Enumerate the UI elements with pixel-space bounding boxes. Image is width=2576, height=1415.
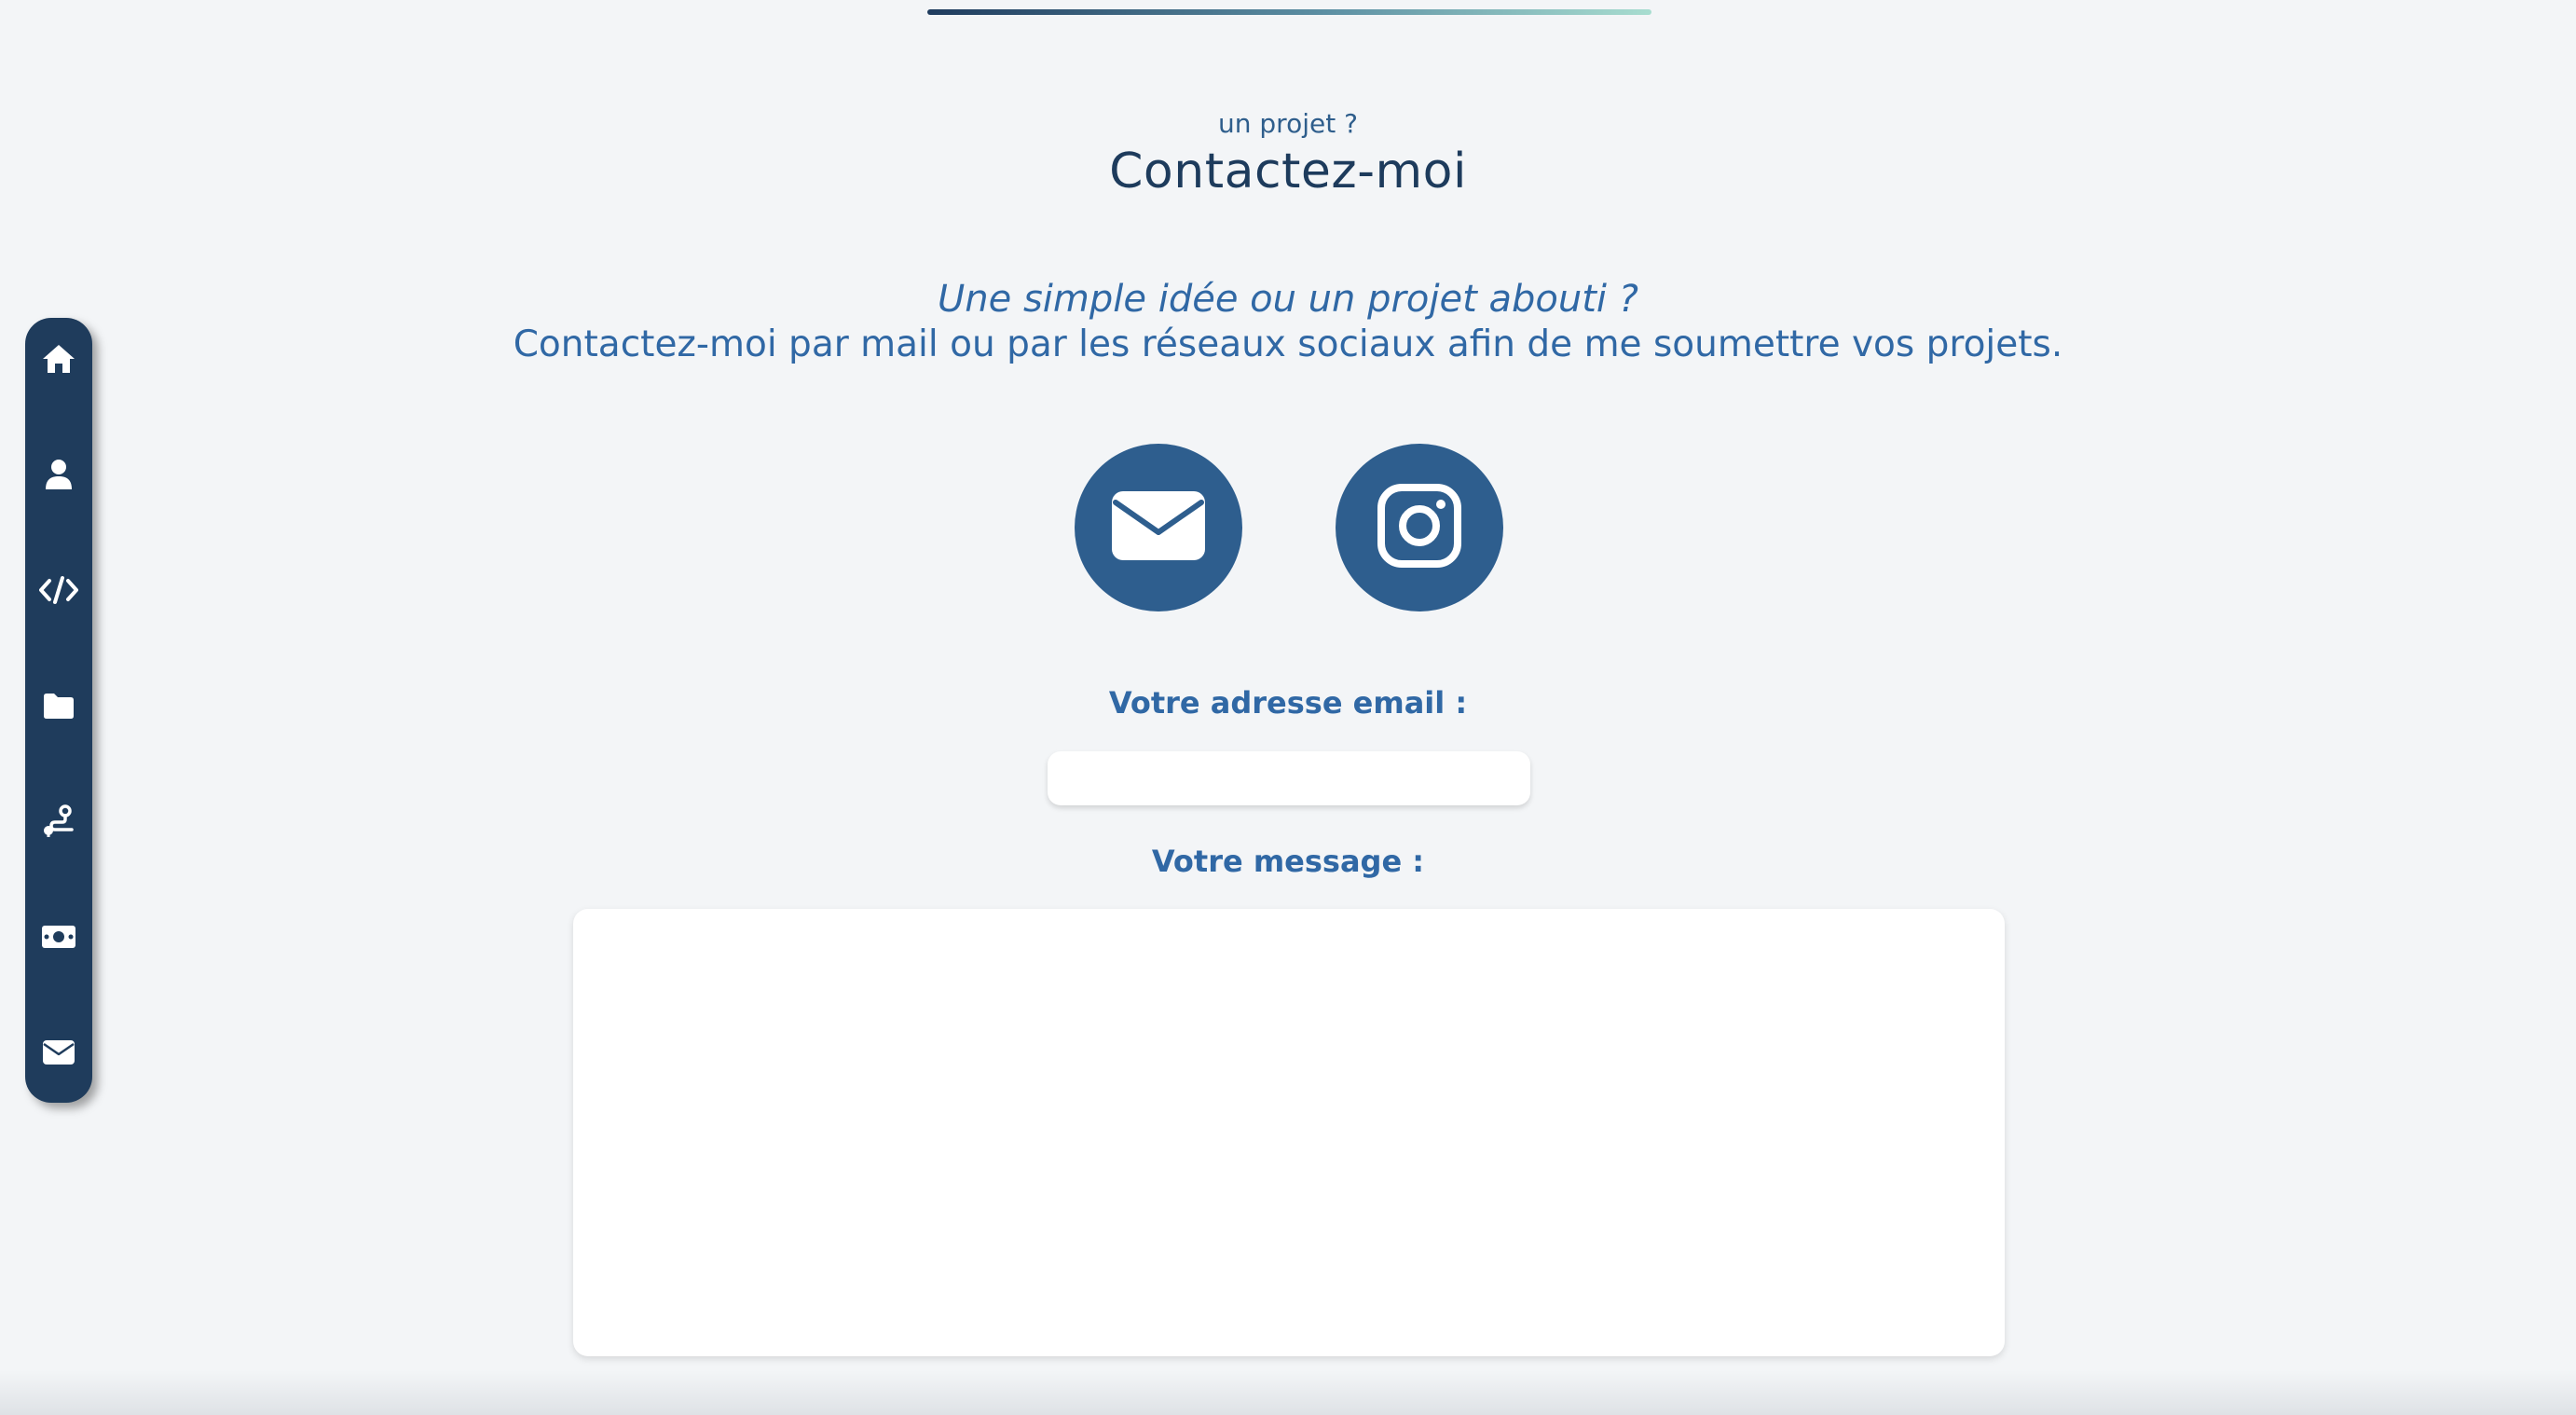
sidebar-item-home[interactable]: [25, 325, 92, 392]
email-contact-button[interactable]: [1075, 444, 1242, 611]
top-progress-bar: [927, 9, 1651, 15]
sidebar-item-pricing[interactable]: [25, 903, 92, 970]
bottom-shadow: [0, 1370, 2576, 1415]
route-icon: [42, 804, 75, 838]
code-icon: [39, 575, 78, 605]
sidebar-nav: [25, 318, 92, 1103]
envelope-icon: [42, 1039, 75, 1065]
sidebar-item-contact[interactable]: [25, 1019, 92, 1086]
folder-icon: [42, 692, 75, 720]
page-title: Contactez-moi: [1109, 144, 1467, 199]
instagram-icon: [1377, 483, 1462, 572]
email-label: Votre adresse email :: [1108, 685, 1468, 721]
message-field[interactable]: [573, 909, 2005, 1356]
money-bill-icon: [41, 925, 76, 949]
sidebar-item-journey[interactable]: [25, 788, 92, 855]
instagram-button[interactable]: [1336, 444, 1503, 611]
email-field[interactable]: [1048, 751, 1530, 805]
section-kicker: un projet ?: [1218, 108, 1358, 139]
user-icon: [45, 459, 73, 490]
home-icon: [41, 343, 76, 375]
intro-text: Contactez-moi par mail ou par les réseau…: [513, 323, 2063, 365]
message-label: Votre message :: [1151, 844, 1425, 879]
intro-question: Une simple idée ou un projet abouti ?: [938, 278, 1638, 321]
sidebar-item-profile[interactable]: [25, 441, 92, 508]
envelope-icon: [1110, 489, 1207, 566]
sidebar-item-projects[interactable]: [25, 672, 92, 739]
sidebar-item-code[interactable]: [25, 556, 92, 624]
